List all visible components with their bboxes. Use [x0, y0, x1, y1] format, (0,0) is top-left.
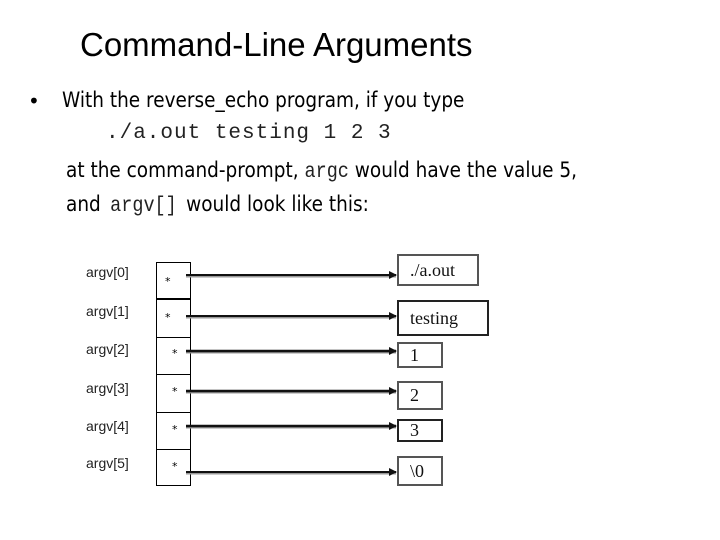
arrows-layer [186, 271, 397, 476]
string-box: 2 [397, 381, 443, 410]
arrow [186, 468, 397, 476]
string-box: 3 [397, 419, 443, 442]
arrow [186, 312, 397, 320]
string-box: 1 [397, 342, 443, 368]
arrow [186, 387, 397, 395]
string-box: testing [397, 300, 489, 336]
string-box: \0 [397, 456, 443, 486]
arrow [186, 422, 397, 430]
arrow [186, 347, 397, 355]
string-box: ./a.out [397, 254, 479, 286]
arrow [186, 271, 397, 279]
